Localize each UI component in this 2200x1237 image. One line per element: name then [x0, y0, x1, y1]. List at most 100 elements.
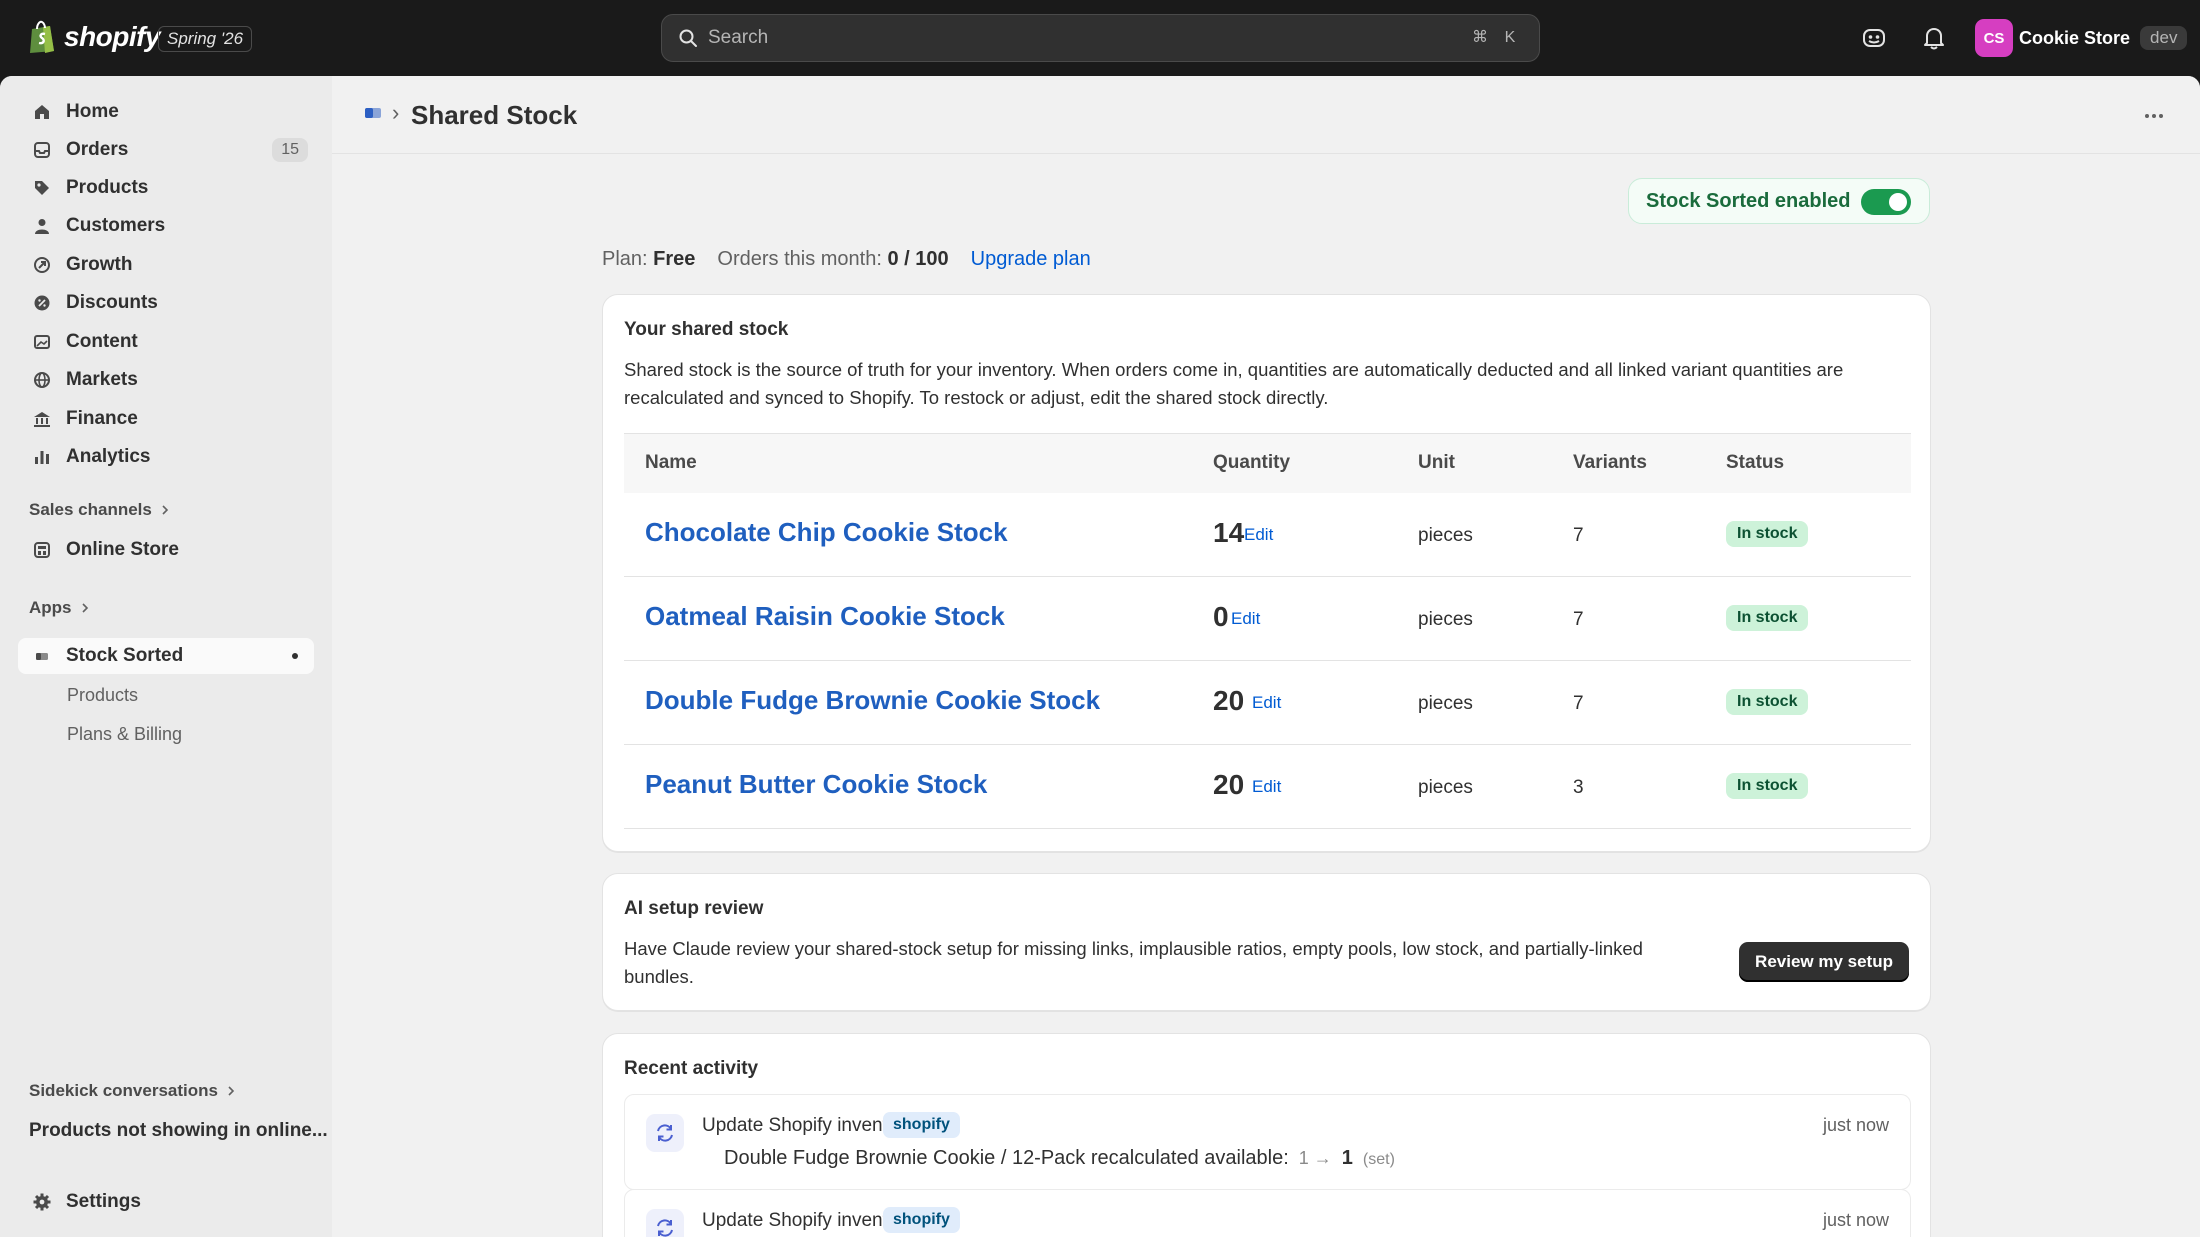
tag-icon [35, 181, 49, 195]
sidebar-item-label: Customers [66, 215, 166, 236]
more-actions-icon[interactable] [2142, 104, 2166, 128]
shopify-logo[interactable]: shopify [28, 20, 161, 54]
card-description: Shared stock is the source of truth for … [624, 359, 1844, 408]
gear-icon [33, 1193, 51, 1211]
sidebar-item-analytics[interactable]: Analytics [18, 439, 314, 475]
recent-activity-card: Recent activity Update Shopify inventory… [602, 1033, 1931, 1237]
sidebar-item-discounts[interactable]: Discounts [18, 285, 314, 321]
activity-note: (set) [1362, 1151, 1395, 1168]
plan-label: Plan: [602, 248, 648, 270]
column-header-variants[interactable]: Variants [1573, 452, 1647, 474]
shortcut-mod-key: ⌘ [1472, 29, 1488, 46]
activity-time: just now [1822, 1210, 1889, 1230]
ai-review-card: AI setup review Have Claude review your … [602, 873, 1931, 1011]
stock-variants: 3 [1573, 777, 1584, 798]
column-header-status[interactable]: Status [1726, 452, 1784, 474]
plan-value: Free [653, 248, 696, 270]
activity-item: Update Shopify inventory shopify just no… [624, 1189, 1911, 1237]
review-my-setup-button[interactable]: Review my setup [1739, 942, 1909, 982]
sidebar-subitem-products[interactable]: Products [67, 685, 138, 706]
bar-chart-icon [35, 451, 49, 464]
table-row: Double Fudge Brownie Cookie Stock 20 Edi… [624, 661, 1911, 745]
sidekick-conversation-item[interactable]: Products not showing in online... [29, 1120, 328, 1142]
orders-label: Orders this month: [717, 248, 882, 270]
sync-icon [646, 1209, 684, 1237]
stock-name-link[interactable]: Peanut Butter Cookie Stock [645, 769, 987, 800]
card-title: Recent activity [624, 1058, 759, 1079]
growth-icon [34, 257, 50, 273]
inbox-icon [34, 142, 50, 158]
sidebar-item-label: Orders [66, 139, 129, 160]
column-header-name[interactable]: Name [645, 452, 697, 474]
app-enabled-toggle[interactable]: Stock Sorted enabled [1628, 178, 1930, 224]
edit-quantity-link[interactable]: Edit [1244, 525, 1273, 545]
sidebar-item-label: Finance [66, 408, 138, 429]
table-row: Peanut Butter Cookie Stock 20 Edit piece… [624, 745, 1911, 829]
chevron-right-icon [228, 1086, 235, 1096]
sales-channels-label: Sales channels [29, 500, 152, 519]
store-menu[interactable]: CS Cookie Store dev [1975, 19, 2188, 57]
table-row: Chocolate Chip Cookie Stock 14 Edit piec… [624, 493, 1911, 577]
sales-channels-section[interactable]: Sales channels [29, 500, 170, 520]
sidebar-item-online-store[interactable]: Online Store [18, 532, 314, 568]
sidebar-item-orders[interactable]: Orders 15 [18, 132, 314, 168]
sidebar-item-products[interactable]: Products [18, 170, 314, 206]
sidebar-item-content[interactable]: Content [18, 324, 314, 360]
column-header-quantity[interactable]: Quantity [1213, 452, 1290, 474]
sidekick-icon[interactable] [1860, 24, 1888, 52]
sidebar-item-label: Growth [66, 254, 133, 275]
stock-sorted-app-icon[interactable] [363, 106, 383, 120]
stock-name-link[interactable]: Double Fudge Brownie Cookie Stock [645, 685, 1100, 716]
stock-quantity: 0 [1213, 601, 1229, 632]
activity-detail-text: Double Fudge Brownie Cookie / 12-Pack re… [724, 1147, 1289, 1169]
sidebar-item-stock-sorted[interactable]: Stock Sorted [18, 638, 314, 674]
env-badge: dev [2140, 26, 2188, 50]
sidekick-conversations-section[interactable]: Sidekick conversations [29, 1081, 236, 1101]
edit-quantity-link[interactable]: Edit [1252, 693, 1281, 713]
activity-time: just now [1822, 1115, 1889, 1135]
sidebar-item-home[interactable]: Home [18, 94, 314, 130]
sidebar-item-markets[interactable]: Markets [18, 362, 314, 398]
sidebar-item-label: Home [66, 101, 119, 122]
sidebar-subitem-plans-billing[interactable]: Plans & Billing [67, 724, 182, 745]
sidebar: Home Orders 15 Products Customers Growth… [0, 76, 332, 1237]
sync-icon [646, 1114, 684, 1152]
sidekick-conversations-label: Sidekick conversations [29, 1081, 218, 1100]
sidebar-item-customers[interactable]: Customers [18, 208, 314, 244]
stock-name-link[interactable]: Oatmeal Raisin Cookie Stock [645, 601, 1005, 632]
brand-wordmark: shopify [64, 21, 161, 52]
stock-variants: 7 [1573, 525, 1584, 546]
stock-name-link[interactable]: Chocolate Chip Cookie Stock [645, 517, 1008, 548]
breadcrumb-separator: › [392, 100, 400, 125]
source-tag: shopify [883, 1207, 960, 1233]
chevron-right-icon [81, 603, 88, 613]
sidebar-item-growth[interactable]: Growth [18, 247, 314, 283]
toggle-switch[interactable] [1861, 189, 1911, 215]
column-header-unit[interactable]: Unit [1418, 452, 1455, 474]
search-input[interactable]: Search ⌘ K [661, 14, 1540, 62]
shopify-bag-icon [30, 20, 54, 53]
main-content: › Shared Stock Stock Sorted enabled Plan… [332, 76, 2200, 1237]
content-icon [34, 335, 50, 349]
plan-summary: Plan: Free Orders this month: 0 / 100 Up… [602, 248, 1091, 271]
bell-icon[interactable] [1920, 24, 1948, 52]
stock-unit: pieces [1418, 525, 1473, 546]
status-badge: In stock [1726, 689, 1809, 715]
globe-icon [34, 372, 50, 388]
sidebar-item-finance[interactable]: Finance [18, 401, 314, 437]
status-badge: In stock [1726, 773, 1809, 799]
sidebar-item-label: Stock Sorted [66, 645, 184, 666]
search-icon [679, 29, 697, 47]
upgrade-plan-link[interactable]: Upgrade plan [971, 248, 1091, 271]
edit-quantity-link[interactable]: Edit [1252, 777, 1281, 797]
edition-badge: Spring '26 [158, 26, 253, 52]
toggle-label: Stock Sorted enabled [1646, 189, 1851, 212]
stock-quantity: 20 [1213, 685, 1245, 716]
avatar: CS [1975, 19, 2013, 57]
edit-quantity-link[interactable]: Edit [1231, 609, 1260, 629]
sidebar-item-settings[interactable]: Settings [18, 1184, 314, 1220]
top-bar: shopify Spring '26 Search ⌘ K CS Cookie … [0, 0, 2200, 76]
apps-section[interactable]: Apps [29, 598, 90, 618]
table-header: Name Quantity Unit Variants Status [624, 433, 1911, 493]
activity-to-value: 1 [1341, 1147, 1353, 1169]
